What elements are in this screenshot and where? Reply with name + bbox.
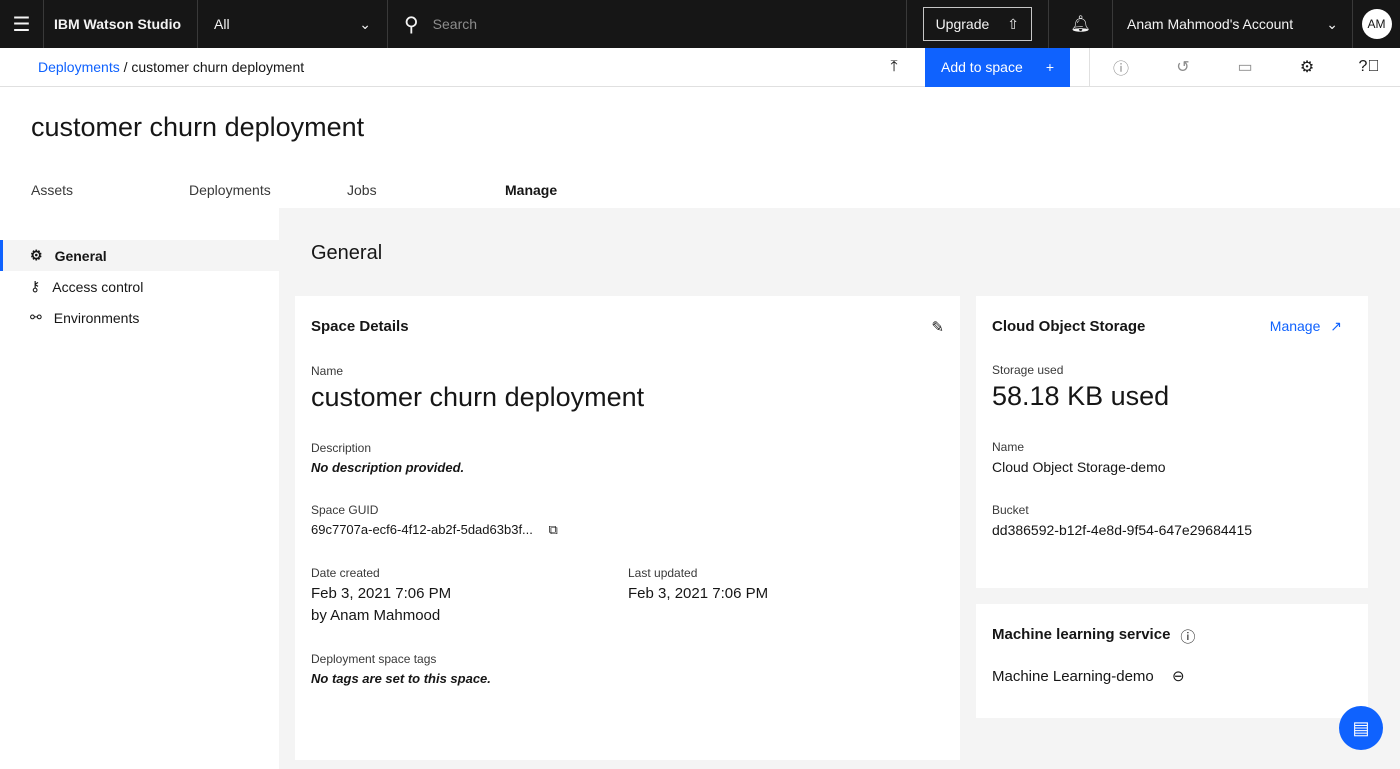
upgrade-label: Upgrade (935, 16, 990, 32)
launch-icon: ↗ (1330, 318, 1342, 334)
storage-used-label: Storage used (992, 363, 1064, 377)
storage-used-value: 58.18 KB used (992, 381, 1170, 411)
bucket-value: dd386592-b12f-4e8d-9f54-647e29684415 (992, 522, 1253, 538)
help-icon[interactable]: ?⃝ (1338, 58, 1400, 76)
sidebar-item-general[interactable]: ⚙ General (0, 240, 279, 271)
guid-value: 69c7707a-ecf6-4f12-ab2f-5dad63b3f... (311, 522, 533, 537)
plus-icon: + (1045, 59, 1054, 75)
info-icon[interactable]: ⓘ (1090, 55, 1152, 79)
last-updated-label: Last updated (628, 566, 698, 580)
remove-icon[interactable]: ⊖ (1172, 668, 1185, 685)
tags-label: Deployment space tags (311, 652, 437, 666)
date-created-label: Date created (311, 566, 380, 580)
add-to-space-button[interactable]: Add to space + (925, 47, 1070, 87)
account-switcher[interactable]: Anam Mahmood's Account ⌄ (1113, 0, 1353, 48)
arrow-up-icon: ⇧ (1007, 15, 1019, 32)
card-title: Cloud Object Storage (992, 318, 1146, 335)
breadcrumb-bar: Deployments / customer churn deployment … (0, 47, 1400, 87)
sidebar-item-environments[interactable]: ⚯ Environments (0, 302, 279, 333)
breadcrumb-separator: / (123, 59, 128, 75)
breadcrumb-deployments[interactable]: Deployments (38, 59, 120, 75)
last-updated-value: Feb 3, 2021 7:06 PM (628, 585, 769, 602)
upgrade-button[interactable]: Upgrade ⇧ (922, 7, 1032, 41)
sidebar-item-access-control[interactable]: ⚷ Access control (0, 271, 279, 302)
tags-value: No tags are set to this space. (311, 671, 491, 686)
chat-button[interactable]: ▤ (1339, 706, 1383, 750)
scope-select[interactable]: All ⌄ (198, 0, 388, 48)
manage-label: Manage (1269, 318, 1321, 334)
avatar[interactable]: AM (1361, 9, 1392, 39)
cos-name-label: Name (992, 440, 1025, 454)
section-title: General (311, 242, 383, 264)
settings-icon[interactable]: ⚙ (1276, 57, 1338, 77)
add-to-space-label: Add to space (941, 59, 1023, 75)
description-label: Description (311, 441, 372, 455)
description-value: No description provided. (311, 460, 465, 475)
tab-assets[interactable]: Assets (15, 178, 173, 212)
chat-icon: ▤ (1352, 717, 1370, 738)
copy-icon[interactable]: ⧉ (549, 522, 558, 537)
search-icon: ⚲ (404, 13, 419, 36)
breadcrumb-current: customer churn deployment (131, 59, 305, 75)
page-title: customer churn deployment (31, 112, 365, 142)
bucket-label: Bucket (992, 503, 1029, 517)
tab-deployments[interactable]: Deployments (173, 178, 331, 212)
date-created-value: Feb 3, 2021 7:06 PM (311, 585, 452, 602)
chevron-down-icon: ⌄ (359, 15, 371, 32)
upload-icon[interactable]: ⤒ (863, 58, 925, 76)
tab-manage[interactable]: Manage (489, 178, 647, 212)
brand[interactable]: IBM Watson Studio (44, 0, 198, 48)
sidebar-item-label: General (54, 247, 107, 264)
key-icon: ⚷ (30, 278, 41, 294)
name-label: Name (311, 364, 344, 378)
chevron-down-icon: ⌄ (1326, 15, 1338, 32)
scope-value: All (214, 16, 230, 32)
comment-icon[interactable]: ▭ (1214, 57, 1276, 77)
space-name: customer churn deployment (311, 382, 645, 412)
search-input[interactable]: ⚲ Search (388, 0, 907, 48)
top-nav: ☰ IBM Watson Studio All ⌄ ⚲ Search Upgrade… (0, 0, 1400, 48)
created-by: by Anam Mahmood (311, 607, 441, 624)
search-placeholder: Search (432, 16, 478, 32)
guid-label: Space GUID (311, 503, 379, 517)
manage-link[interactable]: Manage ↗ (1270, 318, 1342, 335)
cos-name-value: Cloud Object Storage-demo (992, 459, 1166, 475)
tab-jobs[interactable]: Jobs (331, 178, 489, 212)
notification-icon[interactable]: 🔔︎ (1049, 0, 1113, 48)
sidebar-item-label: Access control (52, 278, 144, 295)
main-content: General Space Details ✎ Name customer chu… (279, 208, 1400, 769)
menu-icon[interactable]: ☰ (0, 0, 44, 48)
space-details-card: Space Details ✎ Name customer churn deplo… (295, 296, 960, 760)
machine-learning-card: Machine learning service ⓘ Machine Learni… (976, 604, 1368, 718)
sidebar: ⚙ General ⚷ Access control ⚯ Environments (0, 208, 279, 769)
history-icon[interactable]: ↺ (1152, 57, 1214, 77)
breadcrumb: Deployments / customer churn deployment (0, 59, 863, 75)
card-title: Machine learning service (992, 626, 1171, 643)
ml-instance-name: Machine Learning-demo (992, 668, 1154, 685)
card-title: Space Details (311, 318, 409, 335)
sidebar-item-label: Environments (53, 309, 140, 326)
environment-icon: ⚯ (30, 309, 42, 325)
info-icon[interactable]: ⓘ (1180, 626, 1195, 647)
edit-icon[interactable]: ✎ (931, 318, 944, 336)
gear-icon: ⚙ (30, 247, 43, 263)
account-name: Anam Mahmood's Account (1127, 16, 1294, 32)
tab-list: Assets Deployments Jobs Manage (15, 178, 647, 212)
cloud-object-storage-card: Cloud Object Storage Manage ↗ Storage use… (976, 296, 1368, 588)
